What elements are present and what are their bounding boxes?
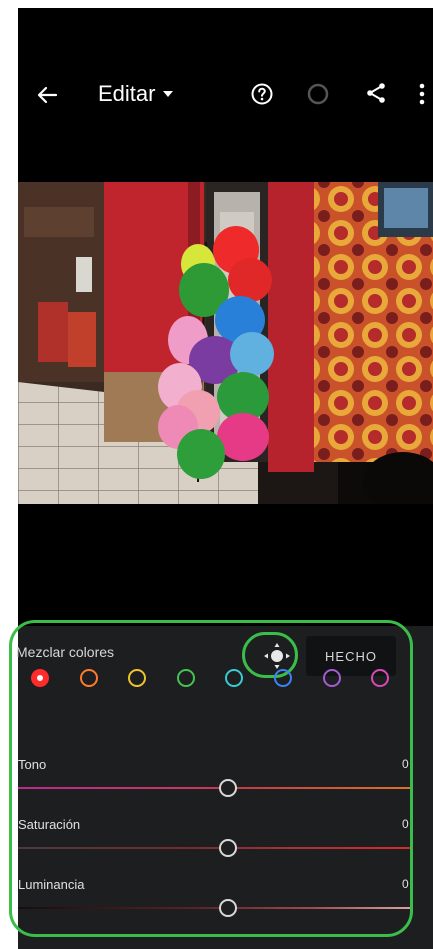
photo-preview[interactable] — [18, 182, 433, 512]
page-title: Editar — [98, 81, 156, 106]
targeted-adjustment-icon — [264, 643, 290, 669]
edit-mode-dropdown[interactable]: Editar — [98, 80, 174, 108]
share-button[interactable] — [364, 81, 388, 105]
progress-ring-icon — [307, 83, 329, 105]
targeted-adjustment-button[interactable] — [262, 641, 292, 671]
slider-track[interactable] — [18, 787, 410, 789]
swatch-green[interactable] — [176, 669, 195, 687]
selected-dot — [37, 675, 43, 681]
share-icon — [367, 83, 385, 103]
app-screen: Editar — [18, 8, 433, 949]
swatch-purple[interactable] — [322, 669, 341, 687]
sync-status-indicator — [307, 83, 329, 105]
slider-label: Luminancia — [18, 877, 85, 892]
swatch-red[interactable] — [31, 669, 49, 687]
slider-label: Saturación — [18, 817, 81, 832]
swatch-yellow[interactable] — [128, 669, 147, 687]
slider-thumb[interactable] — [219, 899, 237, 917]
swatch-orange[interactable] — [79, 669, 98, 687]
slider-value: 0 — [402, 817, 409, 831]
caret-down-icon — [163, 91, 174, 97]
slider-value: 0 — [402, 877, 409, 891]
arrow-left-icon — [37, 86, 58, 104]
panel-title: Mezclar colores — [16, 644, 115, 660]
more-options-button[interactable] — [416, 82, 428, 106]
slider-thumb[interactable] — [219, 839, 237, 857]
swatch-blue[interactable] — [274, 669, 292, 687]
swatch-aqua[interactable] — [225, 669, 244, 687]
slider-label: Tono — [18, 757, 47, 772]
slider-track[interactable] — [18, 907, 410, 909]
top-bar: Editar — [18, 8, 433, 148]
back-button[interactable] — [34, 82, 60, 108]
more-vertical-icon — [419, 83, 425, 105]
slider-value: 0 — [402, 757, 409, 771]
photo-image — [18, 182, 433, 512]
swatch-magenta[interactable] — [371, 669, 390, 687]
help-circle-icon — [251, 83, 273, 105]
slider-thumb[interactable] — [219, 779, 237, 797]
help-button[interactable] — [250, 82, 274, 106]
slider-track[interactable] — [18, 847, 410, 849]
color-swatches — [31, 669, 406, 699]
